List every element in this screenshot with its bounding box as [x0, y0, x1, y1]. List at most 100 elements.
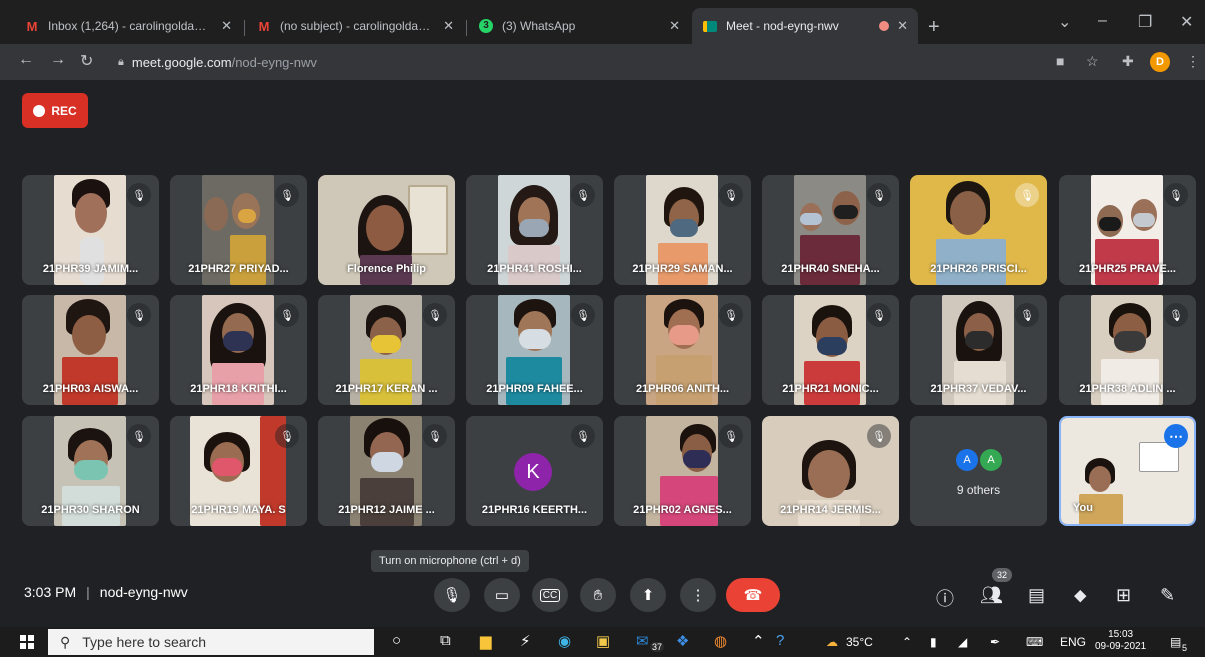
- participant-tile[interactable]: 🎙︎ 21PHR40 SNEHA...: [762, 175, 899, 285]
- tab-search-icon[interactable]: ⌄: [1058, 12, 1071, 32]
- participant-name: 21PHR37 VEDAV...: [930, 383, 1027, 395]
- window-close-icon[interactable]: ✕: [1180, 12, 1193, 32]
- language-indicator[interactable]: ENG: [1060, 635, 1086, 649]
- help-icon[interactable]: ?: [776, 632, 784, 649]
- mic-off-icon: 🎙︎: [571, 424, 595, 448]
- participant-tile[interactable]: 🎙︎ 21PHR38 ADLIN ...: [1059, 295, 1196, 405]
- participant-tile[interactable]: 🎙︎ 21PHR17 KERAN ...: [318, 295, 455, 405]
- store-icon[interactable]: ▣: [596, 632, 610, 650]
- participant-name: 21PHR30 SHARON: [41, 504, 140, 516]
- participant-tile[interactable]: 🎙︎ 21PHR30 SHARON: [22, 416, 159, 526]
- people-icon[interactable]: 👥︎: [980, 585, 1003, 606]
- others-tile[interactable]: A A 9 others: [910, 416, 1047, 526]
- extensions-icon[interactable]: ✚: [1122, 53, 1134, 70]
- edge-icon[interactable]: ◉: [558, 632, 571, 650]
- close-icon[interactable]: ✕: [443, 18, 454, 34]
- tab-gmail-inbox[interactable]: M Inbox (1,264) - carolingolda@wc ✕: [14, 8, 242, 44]
- grid-layout-icon[interactable]: ⊞: [1116, 585, 1131, 606]
- minimize-icon[interactable]: –: [1098, 12, 1107, 30]
- camera-in-use-icon[interactable]: ■: [1056, 53, 1064, 69]
- participant-tile[interactable]: 🎙︎ 21PHR26 PRISCI...: [910, 175, 1047, 285]
- participant-tile[interactable]: Florence Philip: [318, 175, 455, 285]
- network-icon[interactable]: ◢: [958, 635, 967, 649]
- microphone-tray-icon[interactable]: ▮: [930, 635, 937, 649]
- participant-tile[interactable]: 🎙︎ 21PHR39 JAMIM...: [22, 175, 159, 285]
- tray-expand-icon[interactable]: ⌃: [902, 635, 912, 649]
- new-tab-plus-icon[interactable]: +: [928, 16, 940, 39]
- participant-tile[interactable]: 🎙︎ 21PHR19 MAYA. S: [170, 416, 307, 526]
- file-explorer-icon[interactable]: ▆: [480, 632, 492, 650]
- bookmark-star-icon[interactable]: ☆: [1086, 53, 1099, 70]
- leave-call-button[interactable]: ☎︎: [726, 578, 780, 612]
- participant-tile[interactable]: K 🎙︎ 21PHR16 KEERTH...: [466, 416, 603, 526]
- app-window-icon[interactable]: ⌃: [752, 632, 765, 650]
- more-options-button[interactable]: ⋮: [680, 578, 716, 612]
- participant-name: 21PHR19 MAYA. S: [191, 504, 286, 516]
- participant-tile[interactable]: 🎙︎ 21PHR29 SAMAN...: [614, 175, 751, 285]
- people-count-badge: 32: [992, 568, 1012, 582]
- raise-hand-button[interactable]: ✋︎: [580, 578, 616, 612]
- participant-tile[interactable]: 🎙︎ 21PHR37 VEDAV...: [910, 295, 1047, 405]
- participant-tile[interactable]: 🎙︎ 21PHR12 JAIME ...: [318, 416, 455, 526]
- cortana-icon[interactable]: ○: [392, 632, 401, 649]
- participant-tile[interactable]: 🎙︎ 21PHR14 JERMIS...: [762, 416, 899, 526]
- reload-icon[interactable]: ↻: [80, 51, 93, 71]
- present-button[interactable]: ⬆: [630, 578, 666, 612]
- close-icon[interactable]: ✕: [897, 18, 908, 34]
- meeting-details-icon[interactable]: ⓘ: [936, 585, 954, 611]
- captions-button[interactable]: CC: [532, 578, 568, 612]
- back-icon[interactable]: ←: [18, 51, 34, 69]
- tab-label: Meet - nod-eyng-nwv: [726, 19, 839, 33]
- notifications-icon[interactable]: ▤: [1170, 635, 1181, 649]
- mic-off-icon: 🎙︎: [867, 303, 891, 327]
- participant-name: Florence Philip: [347, 263, 426, 275]
- chrome-icon[interactable]: ◍: [714, 632, 727, 650]
- search-icon: ⚲: [60, 633, 71, 650]
- activities-icon[interactable]: ⬥: [1074, 585, 1087, 606]
- tab-gmail-draft[interactable]: M (no subject) - carolingoldawcc@ ✕: [246, 8, 464, 44]
- captions-icon: CC: [539, 588, 561, 602]
- chat-icon[interactable]: ▤: [1028, 585, 1045, 606]
- mic-off-icon: 🎙︎: [719, 183, 743, 207]
- restore-icon[interactable]: ❐: [1138, 12, 1152, 32]
- tab-whatsapp[interactable]: 3 (3) WhatsApp ✕: [468, 8, 690, 44]
- participant-tile[interactable]: 🎙︎ 21PHR02 AGNES...: [614, 416, 751, 526]
- participant-tile[interactable]: 🎙︎ 21PHR03 AISWA...: [22, 295, 159, 405]
- dropbox-icon[interactable]: ❖: [676, 632, 689, 650]
- more-options-icon[interactable]: ⋯: [1164, 424, 1188, 448]
- windows-start-icon[interactable]: [20, 635, 34, 649]
- microphone-button[interactable]: 🎙︎: [434, 578, 470, 612]
- participant-tile[interactable]: 🎙︎ 21PHR18 KRITHI...: [170, 295, 307, 405]
- recording-label: REC: [51, 103, 77, 118]
- forward-icon[interactable]: →: [50, 51, 66, 69]
- participant-tile[interactable]: 🎙︎ 21PHR21 MONIC...: [762, 295, 899, 405]
- weather-icon: ☁︎: [826, 635, 838, 649]
- camera-icon: ▭: [494, 587, 510, 604]
- close-icon[interactable]: ✕: [221, 18, 232, 34]
- task-view-icon[interactable]: ⧉: [440, 632, 451, 649]
- participant-tile[interactable]: 🎙︎ 21PHR27 PRIYAD...: [170, 175, 307, 285]
- pen-icon[interactable]: ✒︎: [990, 635, 1000, 649]
- participant-name: 21PHR18 KRITHI...: [190, 383, 287, 395]
- mail-icon[interactable]: ✉︎: [636, 632, 649, 650]
- participant-tile[interactable]: 🎙︎ 21PHR25 PRAVE...: [1059, 175, 1196, 285]
- taskbar-search[interactable]: ⚲ Type here to search: [48, 629, 374, 655]
- taskbar-clock[interactable]: 15:03 09-09-2021: [1095, 629, 1146, 653]
- participant-tile[interactable]: 🎙︎ 21PHR06 ANITH...: [614, 295, 751, 405]
- self-tile[interactable]: ⋯ You: [1059, 416, 1196, 526]
- address-bar[interactable]: 🔒︎ meet.google.com /nod-eyng-nwv: [108, 48, 1038, 76]
- profile-avatar[interactable]: D: [1150, 52, 1170, 72]
- mic-off-icon: 🎙︎: [127, 424, 151, 448]
- mic-off-icon: 🎙︎: [423, 303, 447, 327]
- menu-kebab-icon[interactable]: ⋮: [1186, 53, 1200, 70]
- participant-tile[interactable]: 🎙︎ 21PHR09 FAHEE...: [466, 295, 603, 405]
- tab-meet[interactable]: Meet - nod-eyng-nwv ✕: [692, 8, 918, 44]
- weather-temperature[interactable]: 35°C: [846, 635, 873, 649]
- close-icon[interactable]: ✕: [669, 18, 680, 34]
- host-controls-icon[interactable]: ✎: [1160, 585, 1175, 606]
- mic-off-icon: 🎙︎: [1164, 303, 1188, 327]
- camera-button[interactable]: ▭: [484, 578, 520, 612]
- participant-tile[interactable]: 🎙︎ 21PHR41 ROSHI...: [466, 175, 603, 285]
- keyboard-icon[interactable]: ⌨︎: [1026, 635, 1043, 649]
- app-icon[interactable]: ⚡︎: [520, 632, 531, 650]
